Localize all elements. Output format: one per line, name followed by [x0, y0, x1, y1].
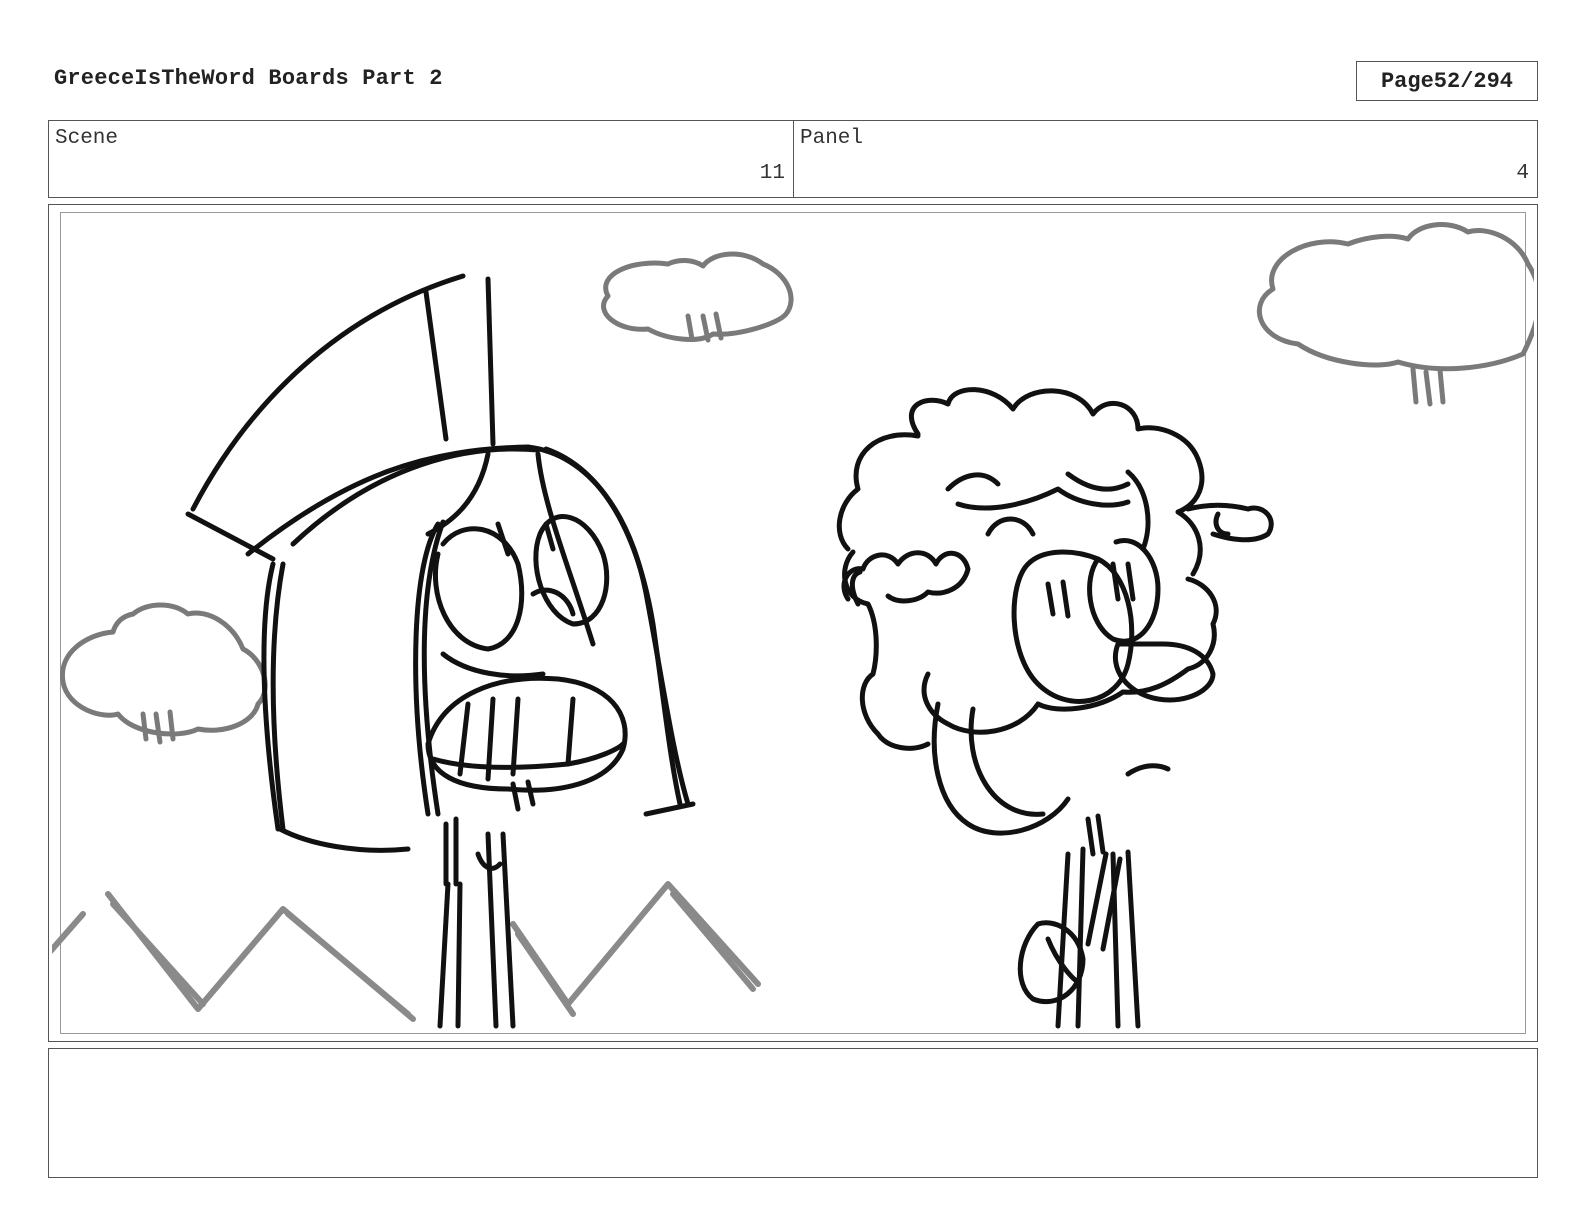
panel-number: 4 [1516, 162, 1529, 185]
scene-cell: Scene 11 [49, 121, 794, 197]
notes-box [48, 1048, 1538, 1178]
page-label: Page [1380, 68, 1434, 94]
page-number: 52/294 [1433, 68, 1514, 94]
cloud-top-right [1256, 222, 1534, 407]
scene-panel-row: Scene 11 Panel 4 [48, 120, 1538, 198]
scene-label: Scene [55, 127, 119, 150]
cloud-left [60, 602, 268, 745]
scene-number: 11 [759, 162, 785, 185]
curly-hair-character [836, 387, 1274, 1029]
panel-cell: Panel 4 [794, 121, 1537, 197]
cloud-top-center [601, 251, 794, 343]
soldier-character [185, 273, 696, 1029]
mountain-range [52, 881, 761, 1022]
document-title: GreeceIsTheWord Boards Part 2 [54, 66, 443, 91]
panel-label: Panel [800, 127, 864, 150]
page-indicator: Page 52/294 [1356, 61, 1538, 101]
storyboard-sketch [52, 222, 1534, 1029]
